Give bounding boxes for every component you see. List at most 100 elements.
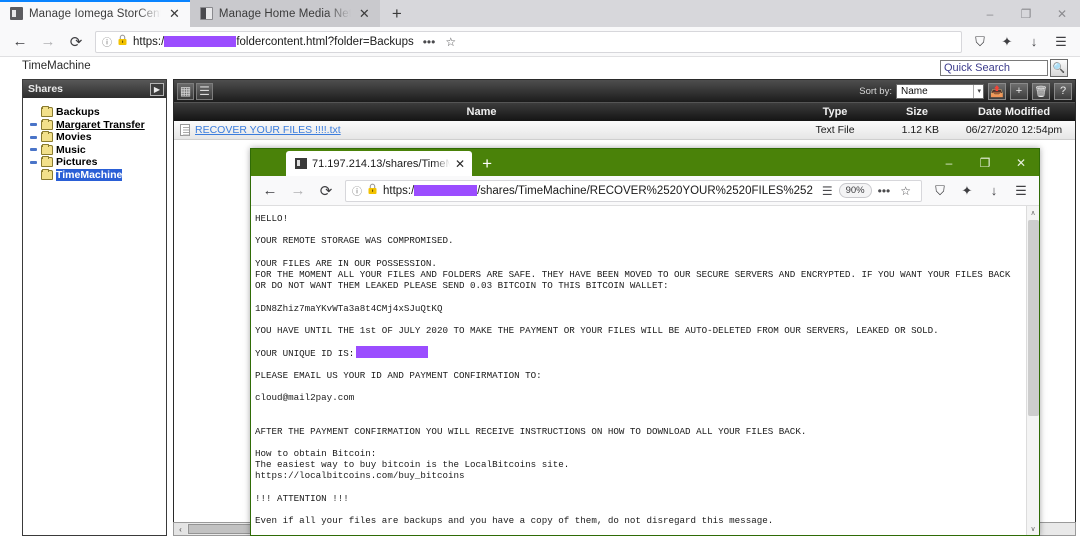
outer-tab-0-close-icon[interactable]: ✕ xyxy=(167,7,182,20)
inner-url-actions: ☰ 90% ••• ☆ xyxy=(818,183,915,198)
expand-toggle-icon[interactable] xyxy=(29,145,38,154)
grid-view-icon[interactable]: ▦ xyxy=(177,82,194,100)
search-input[interactable] xyxy=(940,60,1048,76)
outer-tab-strip: Manage Iomega StorCenter ix4 ✕ Manage Ho… xyxy=(0,0,1080,27)
pocket-icon[interactable]: ✦ xyxy=(994,29,1020,55)
expand-panel-icon[interactable]: ▶ xyxy=(150,82,164,96)
share-tree-item-timemachine[interactable]: TimeMachine xyxy=(23,168,166,182)
outer-url-text: https:/ foldercontent.html?folder=Backups xyxy=(133,36,414,48)
outer-minimize-button[interactable]: – xyxy=(972,0,1008,27)
page-actions-icon[interactable]: ••• xyxy=(874,184,895,198)
shares-panel-title: Shares xyxy=(28,83,64,95)
page-info-icon[interactable]: ⓘ xyxy=(102,34,112,49)
bookmark-star-icon[interactable]: ☆ xyxy=(441,35,460,49)
upload-button[interactable]: 📤 xyxy=(988,82,1006,100)
zoom-level-badge[interactable]: 90% xyxy=(838,183,872,198)
share-tree-item-margaret-transfer[interactable]: Margaret Transfer xyxy=(23,118,166,132)
hamburger-menu-icon[interactable]: ☰ xyxy=(1008,178,1034,204)
sort-by-select[interactable]: Name ▾ xyxy=(896,83,984,99)
note-line: cloud@mail2pay.com xyxy=(255,392,355,403)
reader-mode-icon[interactable]: ☰ xyxy=(818,184,837,198)
inner-url-bar[interactable]: ⓘ https:/ /shares/TimeMachine/RECOVER%252… xyxy=(345,179,922,202)
file-name-link[interactable]: RECOVER YOUR FILES !!!!.txt xyxy=(195,124,341,136)
file-table-body: RECOVER YOUR FILES !!!!.txt Text File 1.12… xyxy=(174,121,1075,140)
note-blank-line xyxy=(255,436,1023,447)
inner-close-button[interactable]: ✕ xyxy=(1003,149,1039,176)
download-icon[interactable]: ↓ xyxy=(981,178,1007,204)
hamburger-menu-icon[interactable]: ☰ xyxy=(1048,29,1074,55)
folder-icon xyxy=(41,156,53,168)
reload-icon[interactable]: ⟳ xyxy=(62,29,90,55)
share-tree-item-label: Music xyxy=(56,143,86,156)
back-icon[interactable]: ← xyxy=(6,29,34,55)
expand-toggle-icon[interactable] xyxy=(29,133,38,142)
inner-maximize-button[interactable]: ❐ xyxy=(967,149,1003,176)
inner-tab-0-close-icon[interactable]: ✕ xyxy=(455,157,465,171)
share-tree-item-music[interactable]: Music xyxy=(23,143,166,157)
inner-url-text: https:/ /shares/TimeMachine/RECOVER%2520Y… xyxy=(383,185,813,197)
column-header-type[interactable]: Type xyxy=(789,106,881,118)
outer-url-actions: ••• ☆ xyxy=(419,35,460,49)
inner-toolbar-icons: ⛉ ✦ ↓ ☰ xyxy=(927,178,1034,204)
column-header-date-modified[interactable]: Date Modified xyxy=(953,106,1075,118)
outer-close-button[interactable]: ✕ xyxy=(1044,0,1080,27)
outer-url-bar[interactable]: ⓘ https:/ foldercontent.html?folder=Backu… xyxy=(95,30,962,53)
table-row[interactable]: RECOVER YOUR FILES !!!!.txt Text File 1.12… xyxy=(174,121,1075,140)
outer-new-tab-button[interactable]: + xyxy=(380,0,414,27)
expand-toggle-icon[interactable] xyxy=(29,120,38,129)
reload-icon[interactable]: ⟳ xyxy=(312,178,340,204)
outer-url-prefix: https:/ xyxy=(133,35,165,48)
outer-tab-0[interactable]: Manage Iomega StorCenter ix4 ✕ xyxy=(0,0,190,27)
note-line: FOR THE MOMENT ALL YOUR FILES AND FOLDER… xyxy=(255,268,1011,280)
inner-minimize-button[interactable]: – xyxy=(931,149,967,176)
share-tree-item-movies[interactable]: Movies xyxy=(23,131,166,144)
share-tree-item-backups[interactable]: Backups xyxy=(23,106,166,119)
outer-maximize-button[interactable]: ❐ xyxy=(1008,0,1044,27)
inner-new-tab-button[interactable]: + xyxy=(472,151,502,176)
outer-tab-0-title: Manage Iomega StorCenter ix4 xyxy=(29,7,161,20)
outer-tab-1-close-icon[interactable]: ✕ xyxy=(357,7,372,20)
inner-browser-window: 71.197.214.13/shares/TimeMac ✕ + – ❐ ✕ ←… xyxy=(250,148,1040,536)
scroll-up-icon[interactable]: ∧ xyxy=(1027,206,1039,219)
shield-icon[interactable]: ⛉ xyxy=(967,29,993,55)
page-actions-icon[interactable]: ••• xyxy=(419,35,440,49)
folder-icon xyxy=(41,143,53,155)
page-info-icon[interactable]: ⓘ xyxy=(352,183,362,198)
add-button[interactable]: + xyxy=(1010,82,1028,100)
inner-tab-0-title: 71.197.214.13/shares/TimeMac xyxy=(312,157,450,170)
file-name-cell: RECOVER YOUR FILES !!!!.txt xyxy=(174,124,789,136)
column-header-size[interactable]: Size xyxy=(881,106,953,118)
bookmark-star-icon[interactable]: ☆ xyxy=(896,184,915,198)
column-header-name[interactable]: Name xyxy=(174,106,789,118)
outer-browser-window: Manage Iomega StorCenter ix4 ✕ Manage Ho… xyxy=(0,0,1080,536)
forward-icon[interactable]: → xyxy=(34,29,62,55)
help-button[interactable]: ? xyxy=(1054,82,1072,100)
outer-tab-1[interactable]: Manage Home Media Network ✕ xyxy=(189,0,380,27)
breadcrumb: TimeMachine xyxy=(22,60,91,72)
outer-toolbar-icons: ⛉ ✦ ↓ ☰ xyxy=(967,29,1074,55)
outer-tab-1-title: Manage Home Media Network xyxy=(218,7,351,20)
vertical-scrollbar[interactable]: ∧ ∨ xyxy=(1026,206,1039,535)
nas-device-icon xyxy=(10,7,23,20)
scrollbar-thumb[interactable] xyxy=(1028,220,1039,416)
expand-toggle-icon[interactable] xyxy=(29,158,38,167)
back-icon[interactable]: ← xyxy=(256,178,284,204)
delete-button[interactable]: 🗑 xyxy=(1032,82,1050,100)
note-line: https://localbitcoins.com/buy_bitcoins xyxy=(255,470,465,482)
download-icon[interactable]: ↓ xyxy=(1021,29,1047,55)
text-file-icon xyxy=(180,124,190,136)
unique-id-row: YOUR UNIQUE ID IS: xyxy=(255,346,1023,359)
shield-icon[interactable]: ⛉ xyxy=(927,178,953,204)
file-date-cell: 06/27/2020 12:54pm xyxy=(965,124,1063,136)
search-icon[interactable]: 🔍 xyxy=(1050,59,1068,77)
document-icon xyxy=(199,7,213,20)
inner-url-redaction xyxy=(414,185,478,196)
scroll-down-icon[interactable]: ∨ xyxy=(1027,522,1039,535)
pocket-icon[interactable]: ✦ xyxy=(954,178,980,204)
scroll-left-icon[interactable]: ‹ xyxy=(174,523,187,535)
list-view-icon[interactable]: ☰ xyxy=(196,82,213,100)
forward-icon[interactable]: → xyxy=(284,178,312,204)
share-tree-item-pictures[interactable]: Pictures xyxy=(23,156,166,169)
inner-window-controls: – ❐ ✕ xyxy=(931,149,1039,176)
inner-tab-0[interactable]: 71.197.214.13/shares/TimeMac ✕ xyxy=(286,151,473,176)
